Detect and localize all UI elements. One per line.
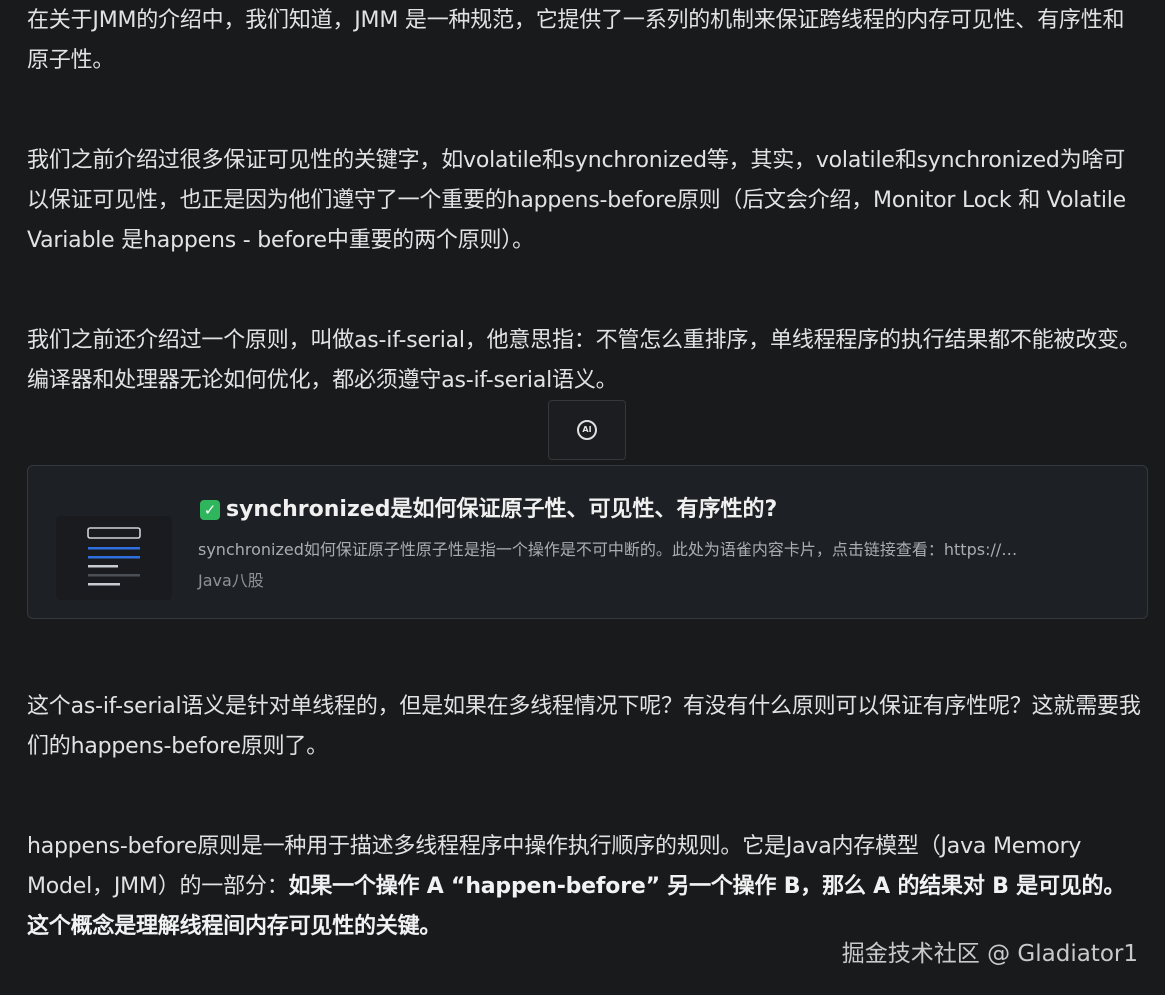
paragraph-as-if-serial: 我们之前还介绍过一个原则，叫做as-if-serial，他意思指：不管怎么重排序…: [27, 328, 1141, 393]
ai-button[interactable]: AI: [548, 400, 626, 460]
paragraph-visibility-keywords: 我们之前介绍过很多保证可见性的关键字，如volatile和synchronize…: [27, 148, 1126, 253]
paragraph-jmm-intro: 在关于JMM的介绍中，我们知道，JMM 是一种规范，它提供了一系列的机制来保证跨…: [27, 8, 1125, 73]
yuque-link-card[interactable]: ✓ synchronized是如何保证原子性、可见性、有序性的? synchro…: [27, 465, 1148, 619]
card-description: synchronized如何保证原子性原子性是指一个操作是不可中断的。此处为语雀…: [198, 540, 1018, 559]
document-thumbnail-icon: [87, 527, 141, 586]
ai-icon: AI: [577, 420, 597, 440]
card-title-text: synchronized是如何保证原子性、可见性、有序性的?: [226, 497, 778, 522]
card-thumbnail: [56, 516, 172, 600]
card-source: Java八股: [198, 571, 264, 590]
card-title: ✓ synchronized是如何保证原子性、可见性、有序性的?: [200, 494, 777, 526]
watermark: 掘金技术社区 @ Gladiator1: [841, 941, 1138, 967]
paragraph-multithread-question: 这个as-if-serial语义是针对单线程的，但是如果在多线程情况下呢？有没有…: [27, 694, 1141, 759]
paragraph-happens-before-definition: happens-before原则是一种用于描述多线程程序中操作执行顺序的规则。它…: [27, 827, 1143, 947]
check-icon: ✓: [200, 500, 220, 520]
